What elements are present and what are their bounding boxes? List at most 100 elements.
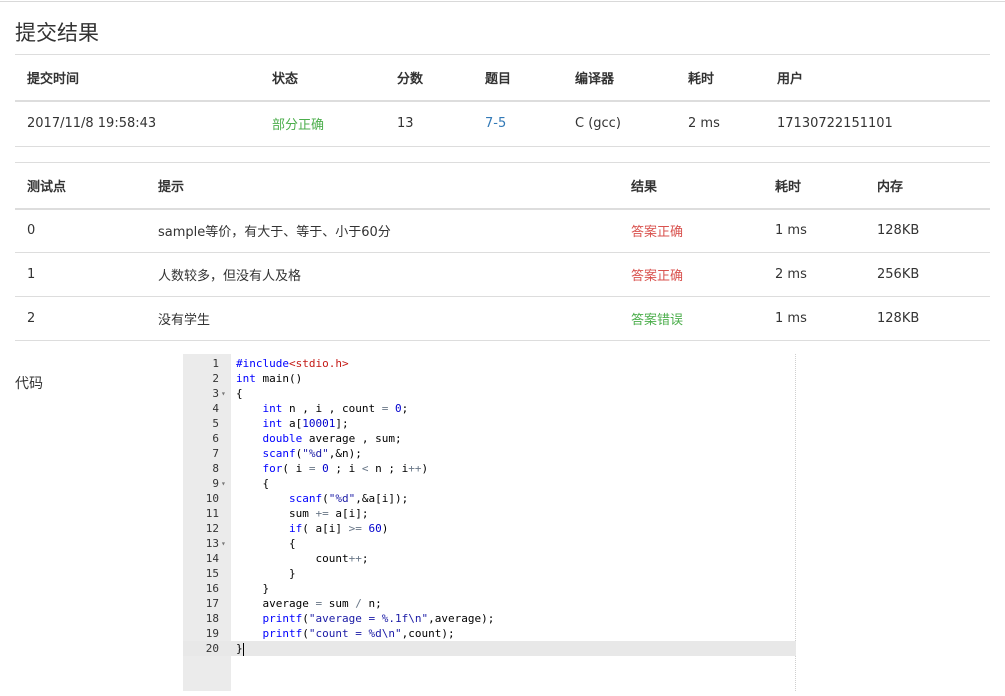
code-line[interactable]: 17 average = sum / n;	[183, 596, 796, 611]
submission-header-row: 提交时间 状态 分数 题目 编译器 耗时 用户	[15, 54, 990, 102]
code-line[interactable]: 19 printf("count = %d\n",count);	[183, 626, 796, 641]
header-test-time: 耗时	[763, 162, 865, 210]
line-number: 17	[205, 597, 219, 610]
line-number: 3	[212, 387, 219, 400]
compiler: C (gcc)	[563, 100, 676, 147]
code-text: sum += a[i];	[236, 507, 369, 520]
header-submit-time: 提交时间	[15, 54, 260, 102]
test-hint: sample等价，有大于、等于、小于60分	[146, 208, 619, 253]
submission-row: 2017/11/8 19:58:43 部分正确 13 7-5 C (gcc) 2…	[15, 100, 990, 147]
fold-arrow-icon[interactable]: ▾	[221, 536, 231, 551]
line-number: 6	[212, 432, 219, 445]
code-text: #include<stdio.h>	[236, 357, 349, 370]
code-line[interactable]: 16 }	[183, 581, 796, 596]
code-text: printf("count = %d\n",count);	[262, 627, 455, 640]
fold-arrow-icon[interactable]: ▾	[221, 386, 231, 401]
test-id: 2	[15, 296, 146, 341]
duration: 2 ms	[676, 100, 765, 147]
code-line[interactable]: 5 int a[10001];	[183, 416, 796, 431]
header-score: 分数	[385, 54, 473, 102]
top-border	[0, 1, 1005, 2]
code-line[interactable]: 6 double average , sum;	[183, 431, 796, 446]
code-line[interactable]: 12 if( a[i] >= 60)	[183, 521, 796, 536]
code-text: int n , i , count = 0;	[262, 402, 409, 415]
line-number: 20	[205, 642, 219, 655]
line-number: 10	[205, 492, 219, 505]
line-number: 2	[212, 372, 219, 385]
test-result: 答案错误	[619, 296, 763, 341]
text-cursor	[242, 642, 244, 656]
code-line[interactable]: 14 count++;	[183, 551, 796, 566]
test-time: 2 ms	[763, 252, 865, 297]
submission-table: 提交时间 状态 分数 题目 编译器 耗时 用户 2017/11/8 19:58:…	[15, 54, 990, 147]
line-number: 13	[205, 537, 219, 550]
table-row: 2 没有学生 答案错误 1 ms 128KB	[15, 296, 990, 341]
test-time: 1 ms	[763, 208, 865, 253]
code-editor[interactable]: 1 #include<stdio.h> 2 int main() 3 ▾{4 int n …	[183, 354, 796, 691]
line-number: 16	[205, 582, 219, 595]
code-line[interactable]: 8 for( i = 0 ; i < n ; i++)	[183, 461, 796, 476]
header-compiler: 编译器	[563, 54, 676, 102]
code-text: if( a[i] >= 60)	[288, 522, 389, 535]
header-hint: 提示	[146, 162, 619, 210]
header-user: 用户	[765, 54, 990, 102]
test-id: 0	[15, 208, 146, 253]
test-result: 答案正确	[619, 252, 763, 297]
test-memory: 128KB	[865, 296, 990, 341]
code-text: for( i = 0 ; i < n ; i++)	[262, 462, 429, 475]
test-time: 1 ms	[763, 296, 865, 341]
page-title: 提交结果	[15, 21, 99, 45]
line-number: 8	[212, 462, 219, 475]
testcase-table: 测试点 提示 结果 耗时 内存 0 sample等价，有大于、等于、小于60分 …	[15, 162, 990, 341]
code-text: int a[10001];	[262, 417, 349, 430]
code-label: 代码	[15, 376, 43, 392]
code-text: double average , sum;	[262, 432, 402, 445]
header-memory: 内存	[865, 162, 990, 210]
code-text: {	[236, 537, 296, 550]
code-text: }	[236, 582, 270, 595]
status-badge: 部分正确	[260, 100, 385, 147]
test-result: 答案正确	[619, 208, 763, 253]
code-line[interactable]: 15 }	[183, 566, 796, 581]
code-line[interactable]: 7 scanf("%d",&n);	[183, 446, 796, 461]
line-number: 14	[205, 552, 219, 565]
code-text: }	[236, 642, 244, 656]
code-line[interactable]: 9 ▾ {	[183, 476, 796, 491]
code-text: scanf("%d",&a[i]);	[288, 492, 409, 505]
line-number: 18	[205, 612, 219, 625]
fold-arrow-icon[interactable]: ▾	[221, 476, 231, 491]
header-test-id: 测试点	[15, 162, 146, 210]
test-hint: 没有学生	[146, 296, 619, 341]
line-number: 19	[205, 627, 219, 640]
score: 13	[385, 100, 473, 147]
testcase-header-row: 测试点 提示 结果 耗时 内存	[15, 162, 990, 210]
problem-link[interactable]: 7-5	[473, 100, 563, 147]
header-problem: 题目	[473, 54, 563, 102]
code-line[interactable]: 1 #include<stdio.h>	[183, 356, 796, 371]
line-number: 15	[205, 567, 219, 580]
code-text: printf("average = %.1f\n",average);	[262, 612, 495, 625]
test-id: 1	[15, 252, 146, 297]
code-line[interactable]: 2 int main()	[183, 371, 796, 386]
code-text: scanf("%d",&n);	[262, 447, 362, 460]
test-memory: 128KB	[865, 208, 990, 253]
code-line[interactable]: 13 ▾ {	[183, 536, 796, 551]
line-number: 1	[212, 357, 219, 370]
code-line[interactable]: 4 int n , i , count = 0;	[183, 401, 796, 416]
table-row: 0 sample等价，有大于、等于、小于60分 答案正确 1 ms 128KB	[15, 208, 990, 253]
test-memory: 256KB	[865, 252, 990, 297]
header-duration: 耗时	[676, 54, 765, 102]
code-line[interactable]: 11 sum += a[i];	[183, 506, 796, 521]
code-line[interactable]: 3 ▾ {	[183, 386, 796, 401]
line-number: 9	[212, 477, 219, 490]
line-number: 7	[212, 447, 219, 460]
code-text: int main()	[236, 372, 303, 385]
code-text: average = sum / n;	[236, 597, 382, 610]
code-text: {	[236, 387, 243, 400]
header-status: 状态	[260, 54, 385, 102]
code-line[interactable]: 18 printf("average = %.1f\n",average);	[183, 611, 796, 626]
code-line[interactable]: 10 scanf("%d",&a[i]);	[183, 491, 796, 506]
code-lines[interactable]: 1 #include<stdio.h> 2 int main() 3 ▾{4 int n …	[183, 356, 796, 656]
line-number: 11	[205, 507, 219, 520]
code-line[interactable]: 20}	[183, 641, 796, 656]
